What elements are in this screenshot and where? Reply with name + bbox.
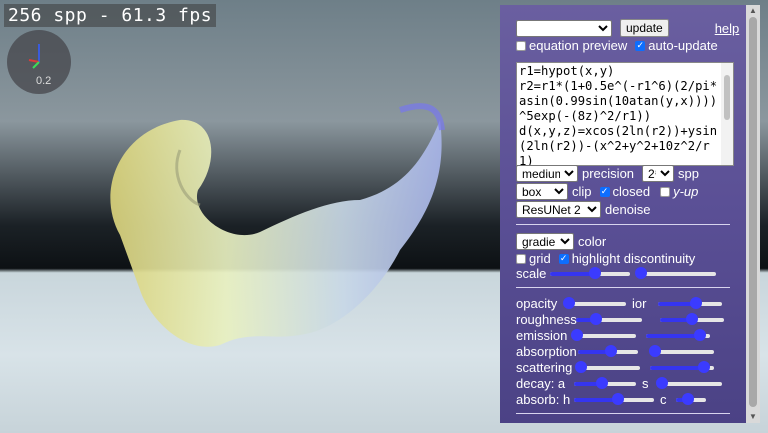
preset-select[interactable] [516,19,612,37]
yup-checkbox[interactable] [660,186,671,197]
equation-preview-label: equation preview [529,38,628,53]
slider-knob[interactable] [694,328,707,341]
slider-knob[interactable] [635,266,648,279]
yup-label: y-up [673,184,699,199]
scroll-thumb[interactable] [749,17,757,407]
equation-editor[interactable]: r1=hypot(x,y) r2=r1*(1+0.5e^(-r1^6)(2/pi… [516,62,734,166]
slider-knob[interactable] [698,360,711,373]
decay-s-slider[interactable] [655,376,722,389]
color-label: color [578,234,607,249]
auto-update-label: auto-update [648,38,718,53]
decay-a-slider[interactable] [574,376,636,389]
ior-label: ior [632,296,647,311]
scale-slider[interactable] [550,266,630,279]
roughness-slider[interactable] [576,312,642,325]
spp-select[interactable]: 2⁸ [642,165,675,182]
color-select[interactable]: gradient [516,233,574,250]
divider [516,287,730,288]
slider-track [638,271,716,276]
axes-value: 0.2 [36,75,52,87]
absorb-h-slider[interactable] [574,392,654,405]
closed-checkbox[interactable]: ✓ [599,186,610,197]
divider [516,413,730,414]
grid-checkbox[interactable] [516,253,526,264]
slider-knob[interactable] [571,328,584,341]
equation-preview-checkbox[interactable] [516,40,526,51]
slider-knob[interactable] [649,344,662,357]
slider-track [566,301,626,306]
help-link[interactable]: help [715,21,740,36]
scale-label: scale [516,266,547,281]
axes-gizmo[interactable]: 0.2 [7,30,71,94]
emission-label: emission [516,328,568,343]
slider-track [578,365,640,370]
precision-label: precision [582,166,635,181]
slider-knob[interactable] [686,312,698,325]
absorb-c-label: c [660,392,667,407]
slider-track [574,333,636,338]
slider-knob[interactable] [682,392,694,405]
highlight-checkbox[interactable]: ✓ [558,253,569,264]
ior-slider[interactable] [658,296,722,309]
grid-label: grid [529,251,551,266]
scroll-up-icon[interactable]: ▲ [749,6,757,15]
denoise-label: denoise [605,202,651,217]
decay-s-label: s [642,376,649,391]
absorption-label: absorption [516,344,577,359]
opacity-slider[interactable] [563,296,626,309]
equation-scrollbar[interactable] [721,63,733,165]
slider-knob[interactable] [595,376,608,389]
slider-knob[interactable] [690,296,703,309]
slider-knob[interactable] [563,296,575,309]
scattering-label: scattering [516,360,573,375]
clip-label: clip [572,184,592,199]
opacity-label: opacity [516,296,558,311]
slider-knob[interactable] [655,376,668,389]
scattering-slider[interactable] [575,360,640,373]
clip-select[interactable]: box [516,183,568,200]
absorption-slider[interactable] [578,344,638,357]
divider [516,224,730,225]
slider-knob[interactable] [605,344,617,357]
update-button[interactable]: update [620,19,669,37]
denoise-select[interactable]: ResUNet 2 [516,201,601,218]
absorb-c-slider[interactable] [676,392,706,405]
slider-fill [650,365,705,370]
scale-slider-2[interactable] [635,266,716,279]
slider-knob[interactable] [589,312,602,325]
panel-scrollbar[interactable]: ▲ ▼ [746,5,760,423]
absorption-slider-2[interactable] [649,344,714,357]
scattering-slider-2[interactable] [650,360,714,373]
decay-label: decay: a [516,376,566,391]
highlight-label: highlight discontinuity [571,251,696,266]
precision-select[interactable]: medium [516,165,578,182]
emission-slider-2[interactable] [646,328,710,341]
auto-update-checkbox[interactable]: ✓ [635,40,646,51]
spp-label: spp [678,166,699,181]
absorb-label: absorb: h [516,392,571,407]
scroll-down-icon[interactable]: ▼ [749,412,757,421]
roughness-slider-2[interactable] [660,312,724,325]
closed-label: closed [612,184,651,199]
slider-fill [646,333,701,338]
slider-knob[interactable] [612,392,624,405]
emission-slider[interactable] [571,328,636,341]
slider-knob[interactable] [588,266,601,279]
slider-knob[interactable] [575,360,588,373]
fps-readout: 256 spp - 61.3 fps [4,4,217,27]
control-panel: update help equation preview ✓ auto-upda… [500,5,746,423]
roughness-label: roughness [516,312,577,327]
